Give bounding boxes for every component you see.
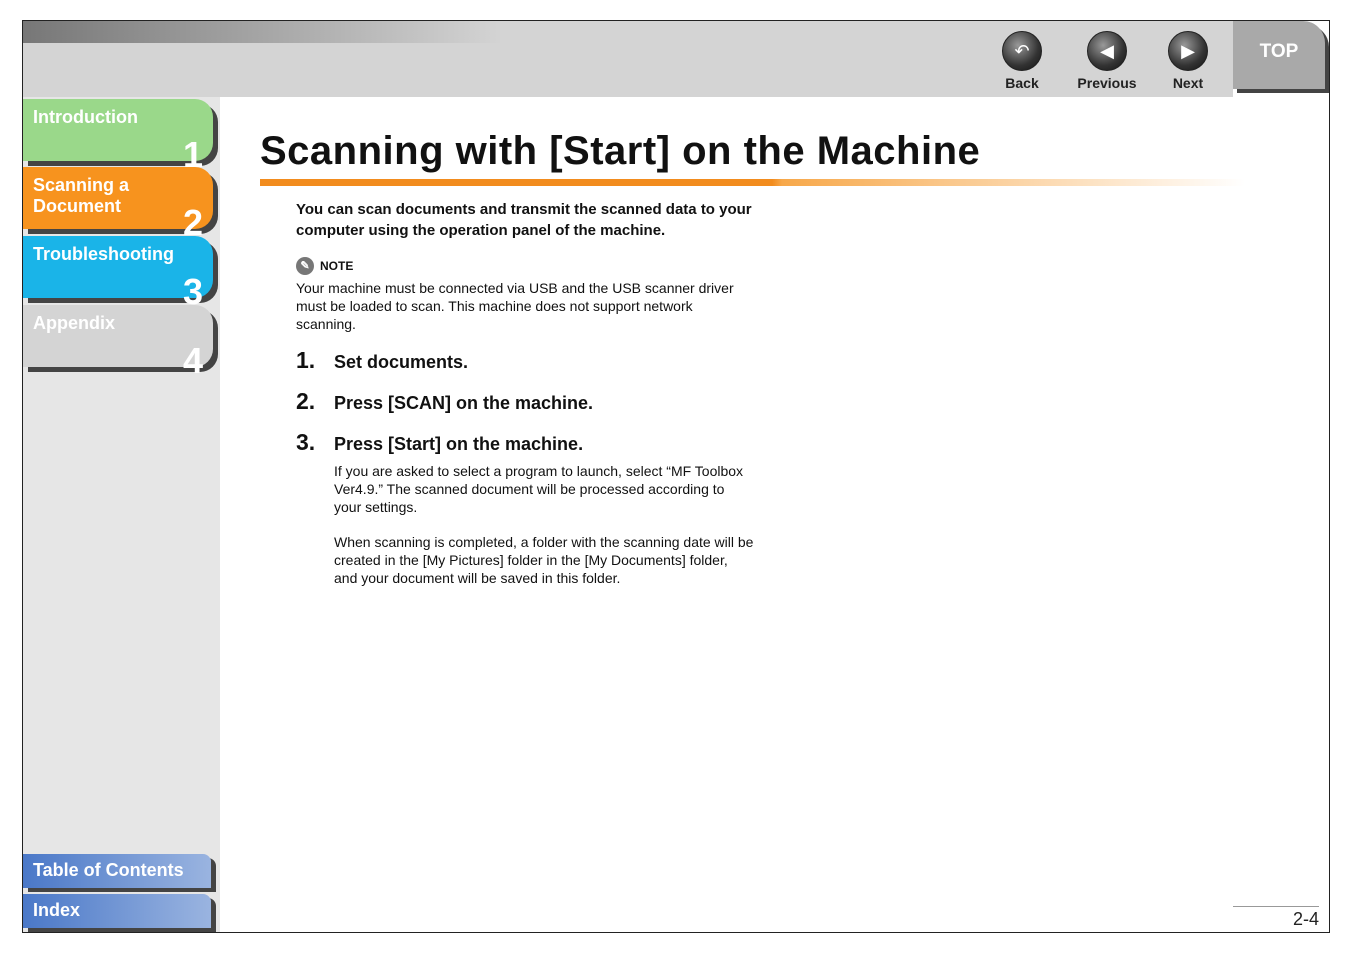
main-content: You can scan documents and transmit the … bbox=[296, 199, 756, 587]
next-button[interactable]: ▶ Next bbox=[1148, 31, 1228, 91]
back-icon: ↶ bbox=[1002, 31, 1042, 71]
intro-text: You can scan documents and transmit the … bbox=[296, 201, 752, 239]
pencil-icon: ✎ bbox=[296, 257, 314, 275]
step: 3. Press [Start] on the machine. bbox=[296, 429, 584, 455]
back-button[interactable]: ↶ Back bbox=[982, 31, 1062, 91]
previous-button[interactable]: ◀ Previous bbox=[1067, 31, 1147, 91]
index-button[interactable]: Index bbox=[23, 894, 211, 928]
note-header: ✎ NOTE bbox=[296, 257, 756, 275]
tab-scanning-a-document[interactable]: Scanning a Document 2 bbox=[23, 167, 213, 241]
step-detail: If you are asked to select a program to … bbox=[334, 463, 744, 515]
tab-troubleshooting[interactable]: Troubleshooting 3 bbox=[23, 236, 213, 310]
sidebar: Introduction 1 Scanning a Document 2 Troub… bbox=[23, 97, 220, 932]
tab-appendix[interactable]: Appendix 4 bbox=[23, 305, 213, 379]
step: 1. Set documents. bbox=[296, 347, 469, 373]
title-rule bbox=[260, 179, 1245, 186]
note-text: Your machine must be connected via USB a… bbox=[296, 280, 734, 332]
step-detail: When scanning is completed, a folder wit… bbox=[334, 534, 754, 586]
table-of-contents-button[interactable]: Table of Contents bbox=[23, 854, 211, 888]
page-frame: ↶ Back ◀ Previous ▶ Next TOP Introduction 1 … bbox=[22, 20, 1330, 933]
previous-icon: ◀ bbox=[1087, 31, 1127, 71]
top-button[interactable]: TOP bbox=[1233, 21, 1325, 89]
next-icon: ▶ bbox=[1168, 31, 1208, 71]
step: 2. Press [SCAN] on the machine. bbox=[296, 388, 594, 414]
top-bar: ↶ Back ◀ Previous ▶ Next bbox=[23, 21, 1233, 97]
page-number: 2-4 bbox=[1233, 906, 1319, 930]
page-title: Scanning with [Start] on the Machine bbox=[260, 129, 981, 173]
tab-introduction[interactable]: Introduction 1 bbox=[23, 99, 213, 173]
